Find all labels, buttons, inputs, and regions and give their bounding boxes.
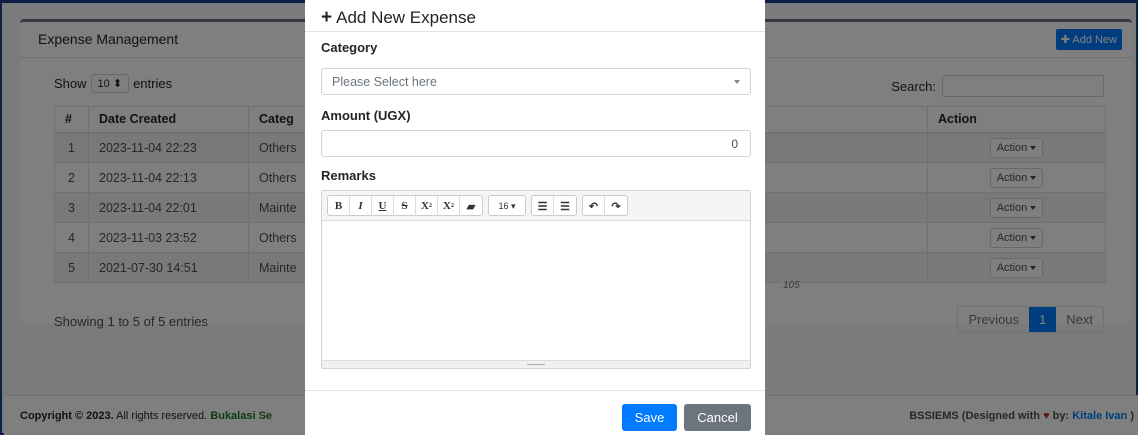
italic-button[interactable]: I (350, 196, 372, 216)
list-group: ☰ ☰ (531, 195, 577, 216)
save-button[interactable]: Save (622, 404, 677, 431)
cancel-button[interactable]: Cancel (684, 404, 751, 431)
subscript-button[interactable]: X2 (438, 196, 460, 216)
history-group: ↶ ↷ (582, 195, 628, 216)
modal-header: + Add New Expense (305, 0, 765, 32)
superscript-button[interactable]: X2 (416, 196, 438, 216)
add-expense-modal: + Add New Expense Category Please Select… (305, 0, 765, 435)
unordered-list-icon[interactable]: ☰ (554, 196, 576, 216)
amount-input[interactable] (321, 130, 751, 157)
redo-icon[interactable]: ↷ (605, 196, 627, 216)
format-group: B I U S X2 X2 ▰ (327, 195, 483, 216)
editor-toolbar: B I U S X2 X2 ▰ 16 ▾ ☰ ☰ ↶ ↷ (322, 191, 750, 221)
font-size-dropdown[interactable]: 16 ▾ (489, 196, 525, 216)
modal-body: Category Please Select here Amount (UGX)… (321, 40, 751, 369)
category-select[interactable]: Please Select here (321, 68, 751, 95)
plus-icon: + (321, 6, 333, 28)
font-size-value: 16 (498, 201, 509, 211)
modal-title: Add New Expense (336, 7, 476, 27)
remarks-label: Remarks (321, 168, 376, 183)
category-label: Category (321, 40, 378, 55)
ordered-list-icon[interactable]: ☰ (532, 196, 554, 216)
amount-label: Amount (UGX) (321, 108, 411, 123)
underline-button[interactable]: U (372, 196, 394, 216)
bold-button[interactable]: B (328, 196, 350, 216)
undo-icon[interactable]: ↶ (583, 196, 605, 216)
modal-footer: Save Cancel (305, 390, 765, 435)
chevron-down-icon (734, 80, 740, 84)
eraser-icon[interactable]: ▰ (460, 196, 482, 216)
resize-handle[interactable] (322, 360, 750, 368)
fontsize-group: 16 ▾ (488, 195, 526, 216)
category-placeholder: Please Select here (332, 75, 437, 89)
remarks-textarea[interactable] (322, 221, 750, 360)
remarks-editor: B I U S X2 X2 ▰ 16 ▾ ☰ ☰ ↶ ↷ (321, 190, 751, 369)
strikethrough-button[interactable]: S (394, 196, 416, 216)
